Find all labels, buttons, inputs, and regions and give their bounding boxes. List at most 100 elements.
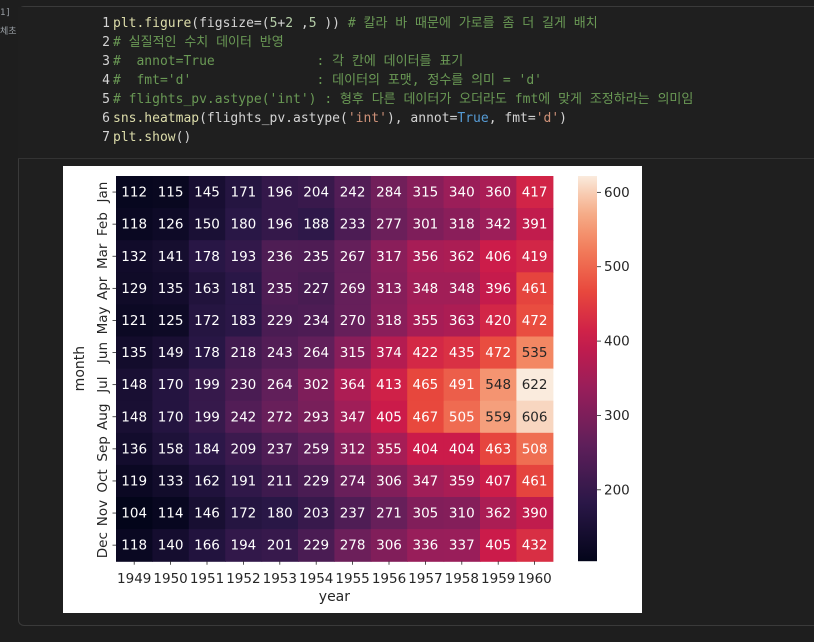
line-number: 4 <box>102 73 110 88</box>
x-axis-label: year <box>319 589 350 605</box>
cell-annotation: 218 <box>231 345 257 361</box>
cell-annotation: 306 <box>376 538 402 554</box>
cell-annotation: 472 <box>522 313 548 329</box>
code-token: (flights_pv.astype( <box>199 111 348 126</box>
cell-annotation: 125 <box>158 313 184 329</box>
cell-annotation: 229 <box>303 473 329 489</box>
cell-annotation: 150 <box>194 217 220 233</box>
cell-annotation: 419 <box>522 249 548 265</box>
cell-annotation: 391 <box>522 217 548 233</box>
cell-annotation: 172 <box>194 313 220 329</box>
cell-annotation: 162 <box>194 473 220 489</box>
cell-annotation: 227 <box>303 281 329 297</box>
line-number: 1 <box>102 16 110 31</box>
cell-annotation: 196 <box>267 217 293 233</box>
code-text: sns.heatmap(flights_pv.astype('int'), an… <box>113 109 567 128</box>
y-axis-label: month <box>72 346 88 391</box>
y-tick-label: Jun <box>95 342 111 364</box>
cell-annotation: 203 <box>303 506 329 522</box>
code-token: =( <box>253 16 270 31</box>
cell-annotation: 194 <box>231 538 257 554</box>
code-token: # 칼라 바 때문에 가로를 좀 더 길게 배치 <box>347 16 598 31</box>
cell-annotation: 465 <box>413 377 439 393</box>
cell-annotation: 272 <box>267 409 293 425</box>
cell-annotation: 104 <box>121 506 147 522</box>
cell-annotation: 236 <box>267 249 293 265</box>
y-tick-label: Jan <box>95 182 111 204</box>
cell-output: 112 115 145 171 196 204 242 284 315 340 360 417 118 1… <box>63 166 642 613</box>
cell-annotation: 180 <box>231 217 257 233</box>
cell-annotation: 126 <box>158 217 184 233</box>
code-token: figsize <box>199 16 254 31</box>
cell-annotation: 133 <box>158 473 184 489</box>
cell-annotation: 404 <box>449 441 475 457</box>
line-number: 3 <box>102 54 110 69</box>
cell-annotation: 243 <box>267 345 293 361</box>
cell-annotation: 118 <box>121 538 147 554</box>
line-number: 2 <box>102 35 110 50</box>
code-text: # fmt='d' : 데이터의 포맷, 정수를 의미 = 'd' <box>113 71 542 90</box>
cell-annotation: 432 <box>522 538 548 554</box>
cell-annotation: 132 <box>121 249 147 265</box>
cell-annotation: 171 <box>231 185 257 201</box>
cell-annotation: 317 <box>376 249 402 265</box>
cell-annotation: 467 <box>413 409 439 425</box>
y-tick-label: Mar <box>95 243 111 269</box>
cell-annotation: 237 <box>340 506 366 522</box>
code-text: plt.figure(figsize=(5+2 ,5 )) # 칼라 바 때문에… <box>113 14 598 33</box>
cell-annotation: 420 <box>485 313 511 329</box>
y-tick-label: Nov <box>95 500 111 526</box>
cell-annotation: 306 <box>376 473 402 489</box>
line-number: 6 <box>102 111 110 126</box>
code-token: , <box>293 16 309 31</box>
cell-annotation: 115 <box>158 185 184 201</box>
code-token: plt.figure <box>113 16 192 31</box>
code-token: 'int' <box>347 111 387 126</box>
cell-annotation: 269 <box>340 281 366 297</box>
cell-annotation: 405 <box>485 538 511 554</box>
cell-annotation: 461 <box>522 281 548 297</box>
cell-annotation: 336 <box>413 538 439 554</box>
x-tick-label: 1960 <box>517 571 551 587</box>
cell-annotation: 118 <box>121 217 147 233</box>
x-tick-label: 1949 <box>117 571 151 587</box>
cell-annotation: 348 <box>413 281 439 297</box>
cell-annotation: 274 <box>340 473 366 489</box>
cell-annotation: 355 <box>413 313 439 329</box>
cell-annotation: 406 <box>485 249 511 265</box>
cell-annotation: 135 <box>158 281 184 297</box>
cell-annotation: 606 <box>522 409 548 425</box>
cell-annotation: 318 <box>376 313 402 329</box>
cell-annotation: 363 <box>449 313 475 329</box>
cell-annotation: 267 <box>340 249 366 265</box>
cell-annotation: 435 <box>449 345 475 361</box>
cell-annotation: 461 <box>522 473 548 489</box>
cell-annotation: 178 <box>194 249 220 265</box>
colorbar-tick-label: 500 <box>604 259 630 275</box>
cell-annotation: 146 <box>194 506 220 522</box>
colorbar-tick-label: 600 <box>604 185 630 201</box>
cell-annotation: 342 <box>485 217 511 233</box>
cell-annotation: 305 <box>413 506 439 522</box>
cell-annotation: 149 <box>158 345 184 361</box>
cell-annotation: 170 <box>158 409 184 425</box>
y-tick-label: Apr <box>95 276 111 300</box>
cell-annotation: 199 <box>194 377 220 393</box>
cell-annotation: 355 <box>376 441 402 457</box>
cell-annotation: 201 <box>267 538 293 554</box>
cell-annotation: 204 <box>303 185 329 201</box>
cell-annotation: 234 <box>303 313 329 329</box>
cell-annotation: 145 <box>194 185 220 201</box>
code-token: sns.heatmap <box>113 111 200 126</box>
cell-annotation: 188 <box>303 217 329 233</box>
code-editor[interactable]: 1 plt.figure(figsize=(5+2 ,5 )) # 칼라 바 때문… <box>18 7 814 158</box>
cell-annotation: 178 <box>194 345 220 361</box>
x-tick-label: 1957 <box>408 571 442 587</box>
y-tick-label: Dec <box>95 532 111 558</box>
cell-annotation: 362 <box>449 249 475 265</box>
cell-annotation: 229 <box>267 313 293 329</box>
line-number: 7 <box>102 130 110 145</box>
x-tick-label: 1954 <box>299 571 333 587</box>
cell-annotation: 242 <box>340 185 366 201</box>
colorbar <box>578 176 597 562</box>
